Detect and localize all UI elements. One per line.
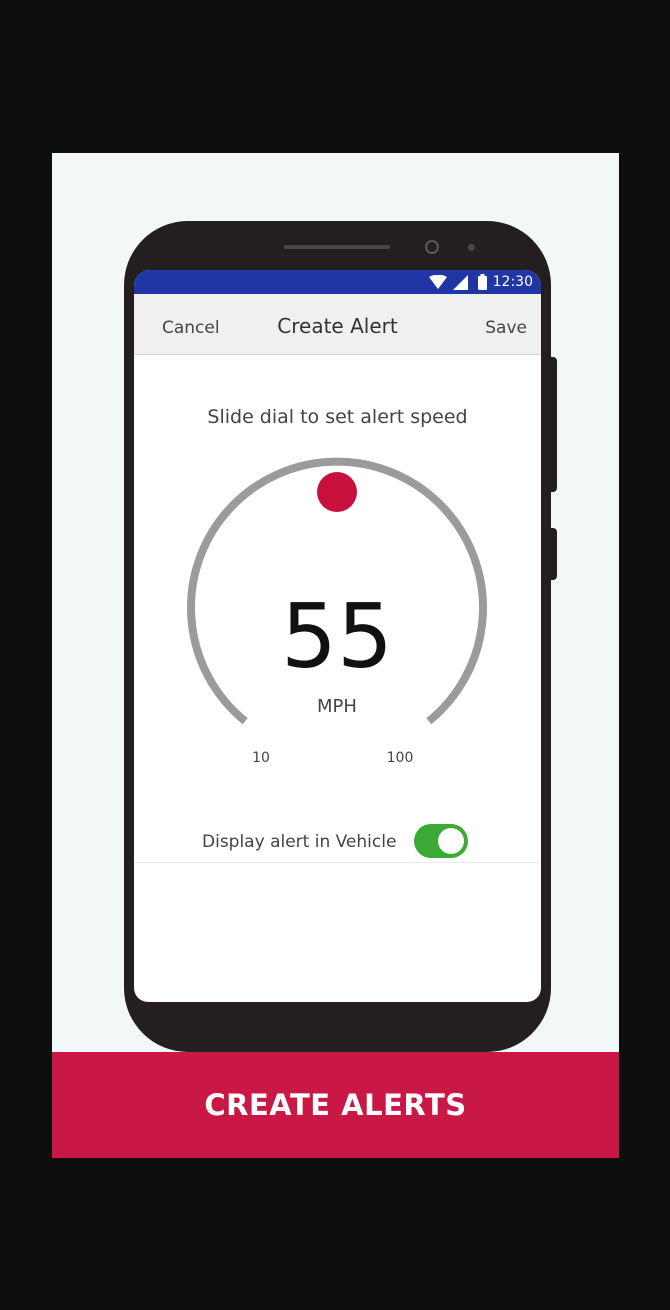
phone-volume-button [551,528,557,580]
speed-dial[interactable]: 55 MPH 10 100 [134,270,541,1002]
speed-unit: MPH [317,696,357,717]
phone-screen: 12:30 Cancel Create Alert Save Slide dia… [134,270,541,1002]
banner-text: CREATE ALERTS [204,1088,467,1122]
phone-frame: 12:30 Cancel Create Alert Save Slide dia… [124,221,557,1052]
display-alert-label: Display alert in Vehicle [202,832,397,852]
toggle-knob [438,828,464,854]
dial-handle[interactable] [317,472,357,512]
dial-max-label: 100 [387,750,414,766]
display-alert-row: Display alert in Vehicle [134,824,541,863]
speed-value: 55 [281,585,393,688]
phone-sensor [468,244,475,251]
phone-power-button [551,357,557,492]
create-alerts-banner: CREATE ALERTS [52,1052,619,1158]
dial-min-label: 10 [252,750,270,766]
display-alert-toggle[interactable] [414,824,468,858]
promo-card: 12:30 Cancel Create Alert Save Slide dia… [52,153,619,1158]
front-camera [425,240,439,254]
phone-speaker [284,245,390,249]
